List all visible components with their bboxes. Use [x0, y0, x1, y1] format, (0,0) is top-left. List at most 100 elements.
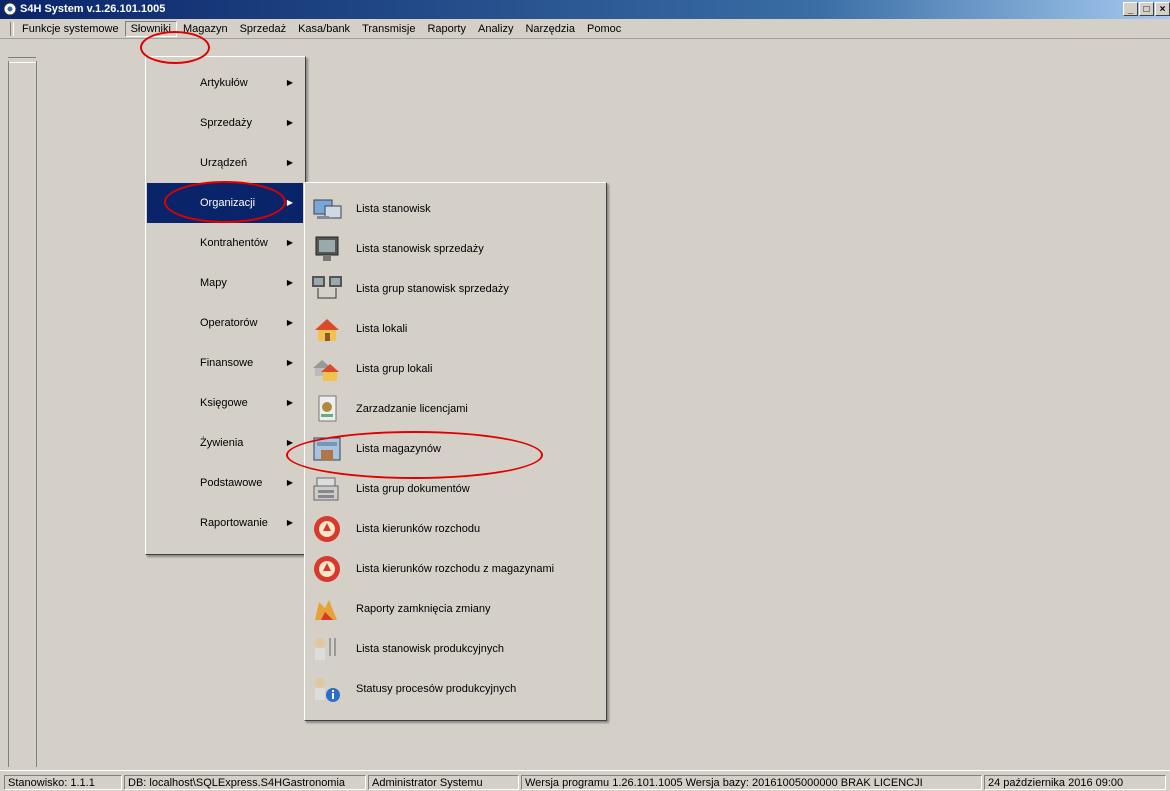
menu-item-label: Zarzadzanie licencjami: [356, 403, 468, 415]
submenu-arrow-icon: ▶: [286, 478, 293, 487]
maximize-button[interactable]: □: [1139, 2, 1154, 16]
status-user: Administrator Systemu: [368, 775, 519, 790]
direction-warehouse-icon: [314, 556, 340, 582]
submenu-arrow-icon: ▶: [286, 278, 293, 287]
title-bar: S4H System v.1.26.101.1005 _ □ ×: [0, 0, 1170, 19]
menu-sprzedaz[interactable]: Sprzedaż: [234, 22, 292, 37]
menu-item-label: Kontrahentów: [200, 237, 268, 249]
status-datetime: 24 października 2016 09:00: [984, 775, 1166, 790]
menu-raporty[interactable]: Raporty: [421, 22, 472, 37]
menu-item-label: Sprzedaży: [200, 117, 252, 129]
organizacji-item-raporty-zamkniecia-zmiany[interactable]: Raporty zamknięcia zmiany: [306, 589, 604, 629]
menu-item-label: Księgowe: [200, 397, 248, 409]
house-group-icon: [313, 360, 339, 381]
window-title: S4H System v.1.26.101.1005: [20, 3, 166, 15]
license-icon: [318, 395, 337, 422]
slowniki-item-kontrahentow[interactable]: Kontrahentów ▶: [147, 223, 303, 263]
menu-item-label: Lista stanowisk: [356, 203, 431, 215]
submenu-arrow-icon: ▶: [286, 238, 293, 247]
app-gear-icon: [3, 2, 17, 16]
menu-transmisje[interactable]: Transmisje: [356, 22, 421, 37]
status-database: DB: localhost\SQLExpress.S4HGastronomia: [124, 775, 366, 790]
menu-item-label: Organizacji: [200, 197, 256, 209]
submenu-arrow-icon: ▶: [286, 518, 293, 527]
menu-item-label: Lista kierunków rozchodu: [356, 523, 481, 535]
workstation-icon: [313, 199, 342, 219]
menu-item-label: Lista kierunków rozchodu z magazynami: [356, 563, 555, 575]
monitor-group-icon: [312, 276, 342, 299]
submenu-arrow-icon: ▶: [286, 118, 293, 127]
slowniki-item-operatorow[interactable]: Operatorów ▶: [147, 303, 303, 343]
menu-slowniki[interactable]: Słowniki: [124, 21, 177, 37]
menu-item-label: Podstawowe: [200, 477, 263, 489]
menu-pomoc[interactable]: Pomoc: [581, 22, 627, 37]
slowniki-item-sprzedazy[interactable]: Sprzedaży ▶: [147, 103, 303, 143]
menu-funkcje-systemowe[interactable]: Funkcje systemowe: [16, 22, 125, 37]
close-button[interactable]: ×: [1155, 2, 1170, 16]
status-bar: Stanowisko: 1.1.1 DB: localhost\SQLExpre…: [0, 770, 1170, 791]
slowniki-item-podstawowe[interactable]: Podstawowe ▶: [147, 463, 303, 503]
production-status-icon: [315, 678, 340, 702]
menu-item-label: Urządzeń: [200, 157, 248, 169]
slowniki-menu: Artykułów ▶ Sprzedaży ▶ Urządzeń ▶ Organizacji…: [145, 56, 306, 555]
organizacji-item-lista-grup-stanowisk-sprzedazy[interactable]: Lista grup stanowisk sprzedaży: [306, 269, 604, 309]
organizacji-item-lista-kierunkow-rozchodu[interactable]: Lista kierunków rozchodu: [306, 509, 604, 549]
menu-item-label: Raportowanie: [200, 517, 268, 529]
menu-item-label: Lista grup stanowisk sprzedaży: [356, 283, 509, 295]
menu-magazyn[interactable]: Magazyn: [177, 22, 234, 37]
status-station: Stanowisko: 1.1.1: [4, 775, 122, 790]
direction-icon: [314, 516, 340, 542]
organizacji-submenu: Lista stanowisk Lista stanowisk sprzedaży…: [304, 182, 607, 721]
menu-item-label: Operatorów: [200, 317, 258, 329]
menu-analizy[interactable]: Analizy: [472, 22, 519, 37]
menu-item-label: Lista grup lokali: [356, 363, 433, 375]
house-icon: [315, 319, 339, 341]
submenu-arrow-icon: ▶: [286, 398, 293, 407]
slowniki-item-finansowe[interactable]: Finansowe ▶: [147, 343, 303, 383]
slowniki-item-zywienia[interactable]: Żywienia ▶: [147, 423, 303, 463]
menu-bar: Funkcje systemowe Słowniki Magazyn Sprzedaż…: [0, 19, 1170, 39]
organizacji-item-lista-grup-dokumentow[interactable]: Lista grup dokumentów: [306, 469, 604, 509]
slowniki-item-organizacji[interactable]: Organizacji ▶: [147, 183, 303, 223]
menu-item-label: Finansowe: [200, 357, 254, 369]
organizacji-item-lista-stanowisk-produkcyjnych[interactable]: Lista stanowisk produkcyjnych: [306, 629, 604, 669]
menu-item-label: Lista stanowisk sprzedaży: [356, 243, 484, 255]
slowniki-item-ksiegowe[interactable]: Księgowe ▶: [147, 383, 303, 423]
organizacji-item-lista-kierunkow-rozchodu-z-magazynami[interactable]: Lista kierunków rozchodu z magazynami: [306, 549, 604, 589]
submenu-arrow-icon: ▶: [286, 198, 293, 207]
menubar-grip: [10, 22, 14, 36]
status-version: Wersja programu 1.26.101.1005 Wersja baz…: [521, 775, 982, 790]
submenu-arrow-icon: ▶: [286, 78, 293, 87]
slowniki-item-mapy[interactable]: Mapy ▶: [147, 263, 303, 303]
submenu-arrow-icon: ▶: [286, 158, 293, 167]
menu-item-label: Statusy procesów produkcyjnych: [356, 683, 517, 695]
menu-narzedzia[interactable]: Narzędzia: [519, 22, 581, 37]
production-station-icon: [315, 638, 336, 660]
warehouse-icon: [313, 437, 341, 461]
menu-item-label: Lista lokali: [356, 323, 408, 335]
slowniki-item-raportowanie[interactable]: Raportowanie ▶: [147, 503, 303, 543]
slowniki-item-urzadzen[interactable]: Urządzeń ▶: [147, 143, 303, 183]
minimize-button[interactable]: _: [1123, 2, 1138, 16]
menu-item-label: Mapy: [200, 277, 227, 289]
organizacji-item-lista-stanowisk-sprzedazy[interactable]: Lista stanowisk sprzedaży: [306, 229, 604, 269]
menu-item-label: Artykułów: [200, 77, 248, 89]
menu-item-label: Lista grup dokumentów: [356, 483, 470, 495]
cash-register-icon: [313, 477, 339, 501]
menu-item-label: Lista magazynów: [356, 443, 441, 455]
organizacji-item-zarzadzanie-licencjami[interactable]: Zarzadzanie licencjami: [306, 389, 604, 429]
organizacji-item-lista-stanowisk[interactable]: Lista stanowisk: [306, 189, 604, 229]
submenu-arrow-icon: ▶: [286, 358, 293, 367]
slowniki-item-artykulow[interactable]: Artykułów ▶: [147, 63, 303, 103]
submenu-arrow-icon: ▶: [286, 318, 293, 327]
menu-kasa-bank[interactable]: Kasa/bank: [292, 22, 356, 37]
menu-item-label: Raporty zamknięcia zmiany: [356, 603, 491, 615]
organizacji-item-statusy-procesow-produkcyjnych[interactable]: Statusy procesów produkcyjnych: [306, 669, 604, 709]
left-panel: [8, 61, 37, 767]
submenu-arrow-icon: ▶: [286, 438, 293, 447]
shift-report-icon: [315, 600, 337, 620]
menu-item-label: Żywienia: [200, 437, 244, 449]
organizacji-item-lista-magazynow[interactable]: Lista magazynów: [306, 429, 604, 469]
organizacji-item-lista-lokali[interactable]: Lista lokali: [306, 309, 604, 349]
organizacji-item-lista-grup-lokali[interactable]: Lista grup lokali: [306, 349, 604, 389]
